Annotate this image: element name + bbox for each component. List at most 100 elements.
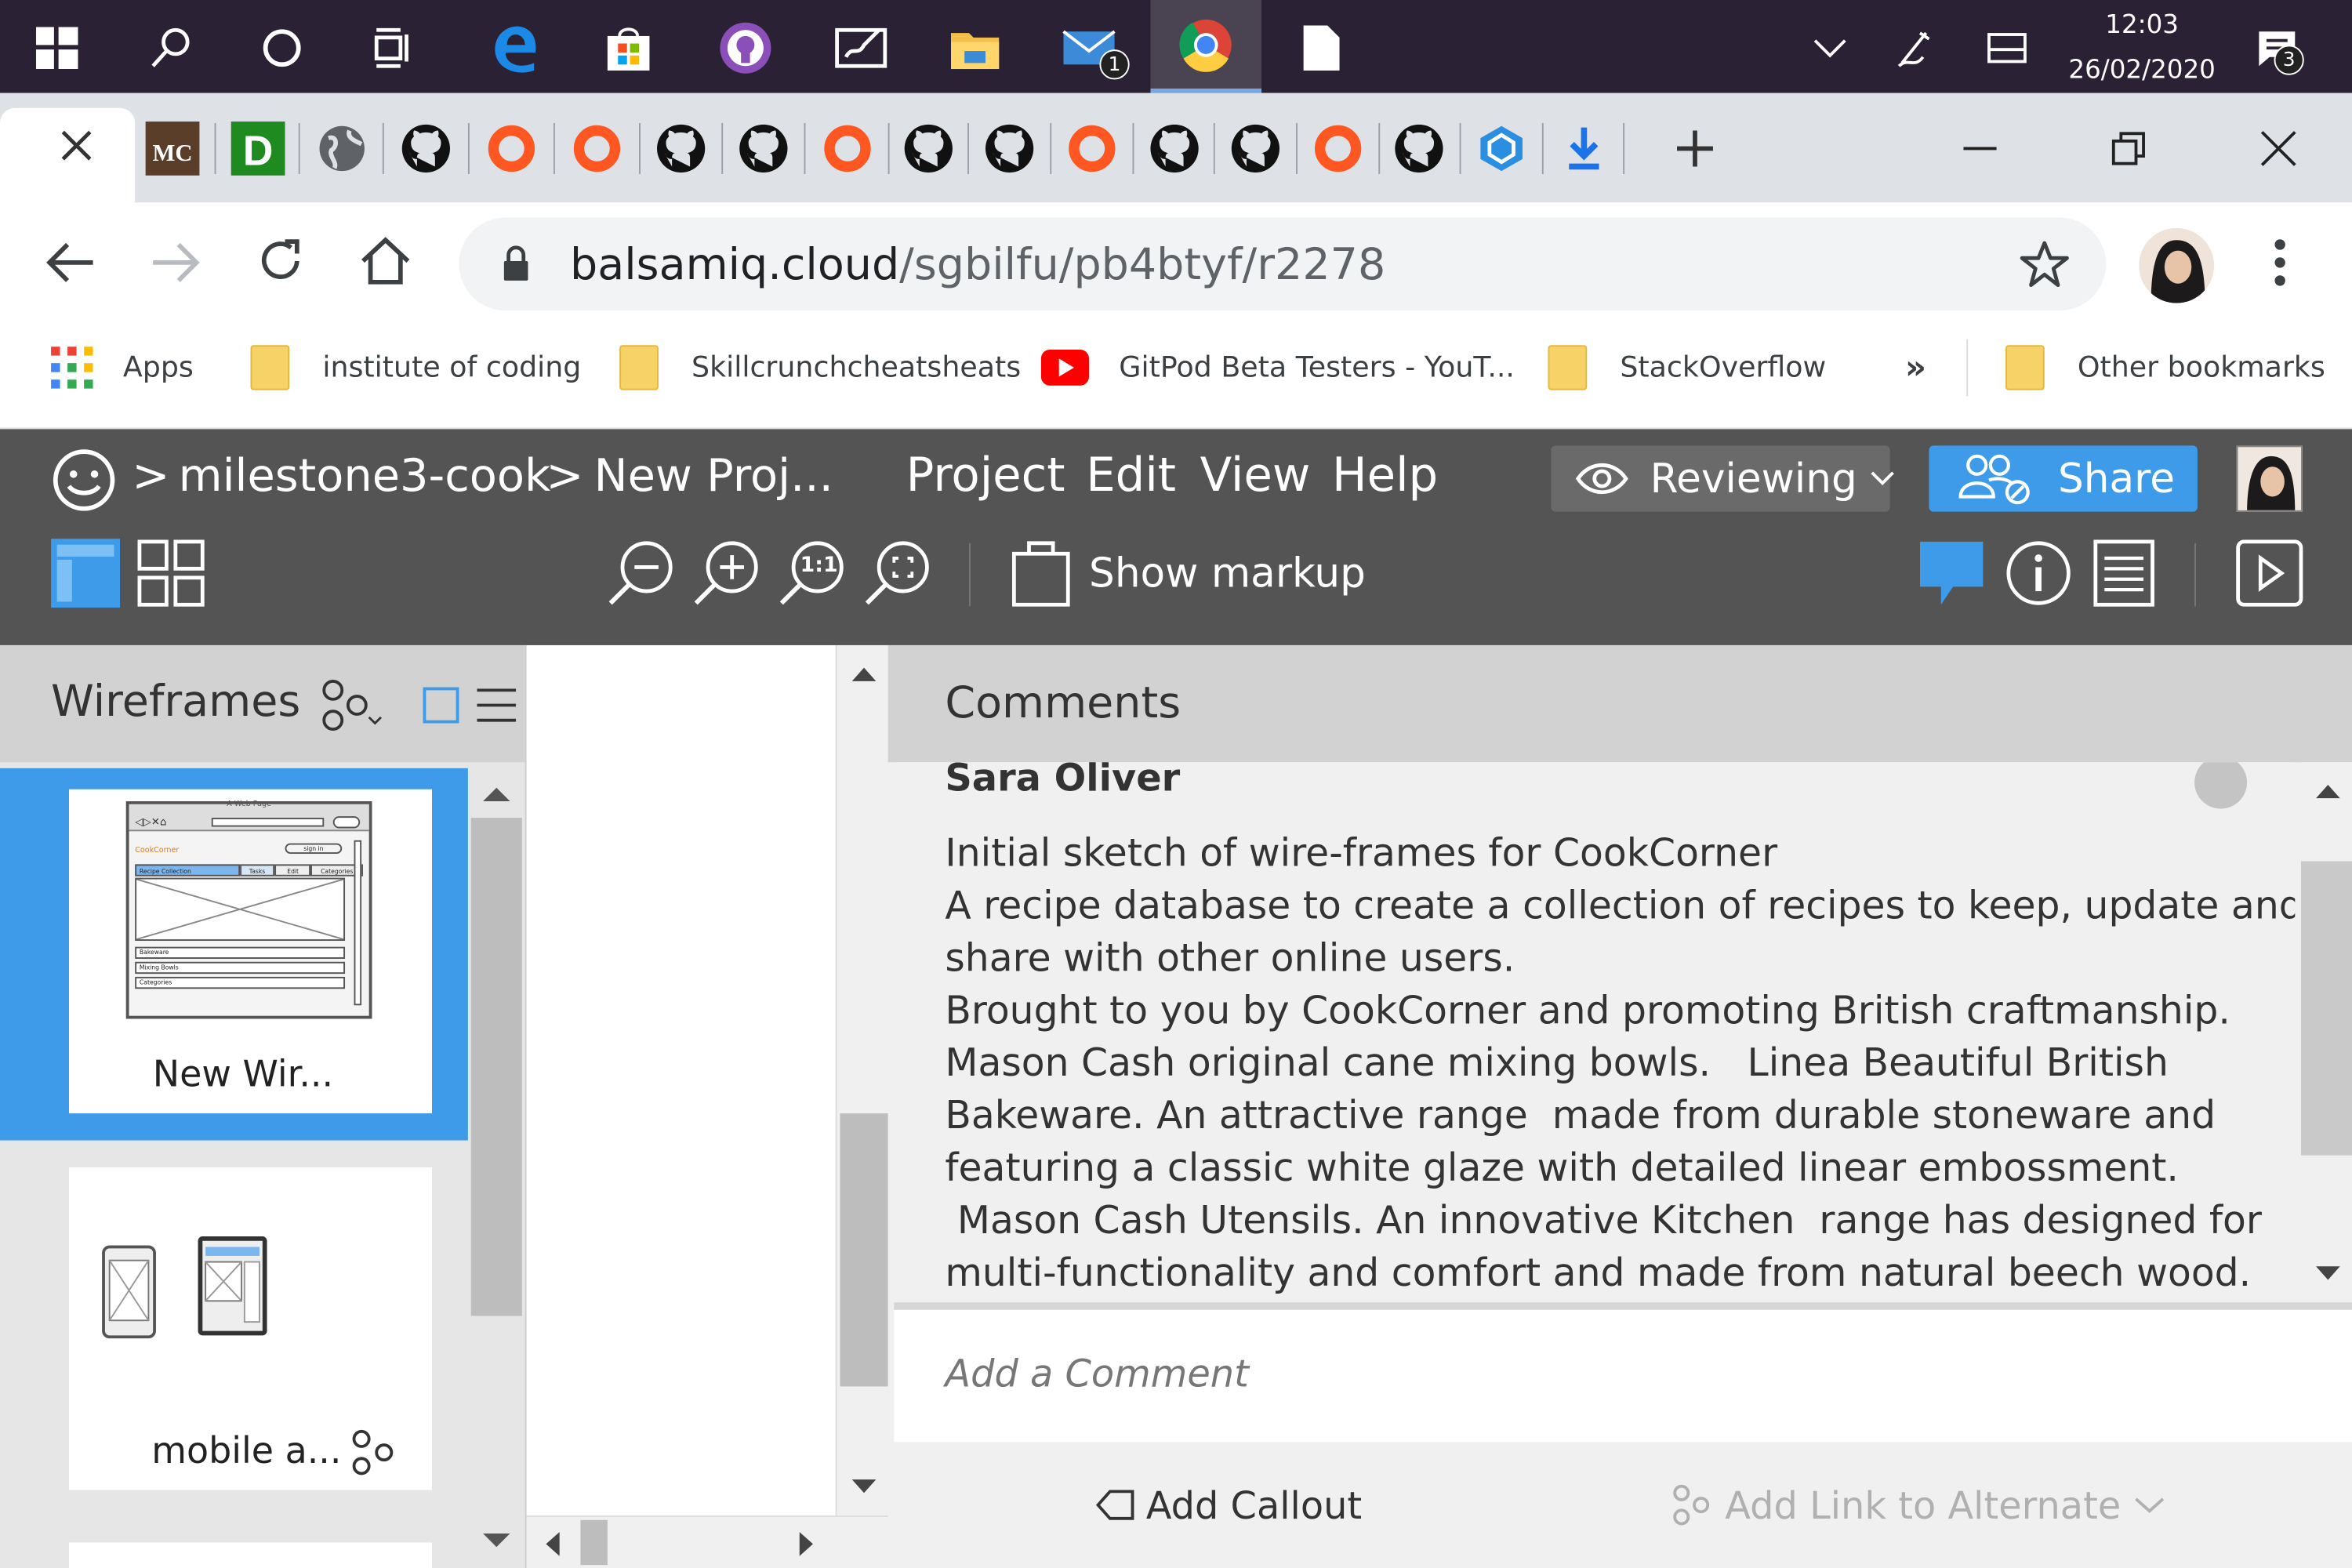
task-view-icon[interactable] xyxy=(354,9,432,87)
file-icon[interactable] xyxy=(1283,9,1360,87)
smiley-logo-icon[interactable] xyxy=(51,447,117,513)
chrome-menu-icon[interactable] xyxy=(2270,237,2291,288)
github-icon[interactable] xyxy=(399,122,453,176)
close-window-icon[interactable] xyxy=(2252,122,2306,176)
info-icon[interactable] xyxy=(2004,539,2073,608)
bookmark-folder[interactable]: Skillcrunchcheatsheats xyxy=(619,342,1021,393)
bookmark-star-icon[interactable] xyxy=(2019,238,2070,289)
add-callout-button[interactable]: Add Callout xyxy=(1095,1479,1363,1530)
comments-scrollbar[interactable] xyxy=(2300,762,2352,1303)
new-tab-icon[interactable] xyxy=(1668,122,1722,176)
bookmark-label: GitPod Beta Testers - YouT... xyxy=(1119,350,1515,384)
store-icon[interactable] xyxy=(590,9,667,87)
mc-favicon-icon[interactable]: MC xyxy=(145,122,200,176)
breadcrumb-file[interactable]: New Proj... xyxy=(594,450,833,503)
search-icon[interactable] xyxy=(132,9,209,87)
show-markup-button[interactable]: Show markup xyxy=(1008,539,1366,608)
share-button[interactable]: Share xyxy=(1929,445,2198,512)
back-icon[interactable] xyxy=(45,240,96,285)
github-icon[interactable] xyxy=(902,122,956,176)
more-bookmarks-button[interactable]: » xyxy=(1905,342,1926,393)
github-icon[interactable] xyxy=(1229,122,1283,176)
forward-icon[interactable] xyxy=(150,240,201,285)
wireframe-thumbnail[interactable]: mobile a... xyxy=(69,1167,433,1490)
scrollbar-thumb[interactable] xyxy=(840,1113,888,1387)
address-bar[interactable]: balsamiq.cloud/sgbilfu/pb4btyf/r2278 xyxy=(459,217,2107,311)
edge-icon[interactable] xyxy=(477,9,554,87)
cube-icon[interactable] xyxy=(1475,122,1529,176)
comments-icon[interactable] xyxy=(1917,539,1986,608)
bookmark-folder[interactable]: StackOverflow xyxy=(1548,342,1826,393)
scrollbar-thumb[interactable] xyxy=(470,818,522,1316)
zoom-fit-icon[interactable] xyxy=(862,539,935,608)
whiteboard-icon[interactable] xyxy=(822,9,899,87)
add-comment-input[interactable]: Add a Comment xyxy=(894,1309,2352,1443)
github-icon[interactable] xyxy=(1148,122,1202,176)
tablet-mode-icon[interactable] xyxy=(1968,9,2045,87)
orange-ring-icon[interactable] xyxy=(570,122,624,176)
menu-project[interactable]: Project xyxy=(906,448,1065,503)
add-callout-label: Add Callout xyxy=(1145,1483,1363,1527)
github-icon[interactable] xyxy=(1392,122,1446,176)
share-users-icon xyxy=(1956,452,2034,506)
wireframe-thumbnail[interactable] xyxy=(69,1542,433,1568)
scrollbar-thumb[interactable] xyxy=(2300,861,2352,1156)
github-desktop-icon[interactable] xyxy=(706,9,784,87)
orange-ring-icon[interactable] xyxy=(1311,122,1365,176)
pen-icon[interactable] xyxy=(1875,9,1953,87)
home-icon[interactable] xyxy=(358,235,412,286)
active-tab[interactable] xyxy=(0,107,136,203)
clock-date: 26/02/2020 xyxy=(2068,55,2216,86)
list-view-icon[interactable] xyxy=(477,684,517,727)
user-avatar[interactable] xyxy=(2236,445,2303,512)
minimize-icon[interactable] xyxy=(1953,122,2007,176)
breadcrumb-project[interactable]: milestone3-cook xyxy=(179,450,551,503)
menu-edit[interactable]: Edit xyxy=(1086,448,1176,503)
other-bookmarks[interactable]: Other bookmarks xyxy=(2005,342,2325,393)
grid-view-icon[interactable] xyxy=(136,539,205,608)
thumbnail-view-icon[interactable] xyxy=(423,687,459,724)
orange-ring-icon[interactable] xyxy=(821,122,875,176)
bookmark-folder[interactable]: institute of coding xyxy=(250,342,581,393)
notes-icon[interactable] xyxy=(2089,539,2158,608)
reload-icon[interactable] xyxy=(255,235,306,286)
restore-icon[interactable] xyxy=(2101,122,2155,176)
d-favicon-icon[interactable]: D xyxy=(230,122,285,176)
zoom-actual-icon[interactable]: 1:1 xyxy=(777,539,849,608)
profile-avatar[interactable] xyxy=(2139,227,2214,303)
chevron-up-icon[interactable] xyxy=(1791,9,1868,87)
mail-icon[interactable]: 1 xyxy=(1050,9,1130,87)
canvas-horizontal-scrollbar[interactable] xyxy=(526,1515,890,1568)
bookmark-youtube[interactable]: GitPod Beta Testers - YouT... xyxy=(1040,342,1515,393)
comment-status-dot[interactable] xyxy=(2194,762,2248,809)
branch-icon[interactable] xyxy=(321,678,387,732)
single-view-icon[interactable] xyxy=(51,539,121,608)
reviewing-dropdown[interactable]: Reviewing xyxy=(1551,445,1895,512)
cortana-icon[interactable] xyxy=(243,9,321,87)
wireframe-thumbnail[interactable]: A Web Page ◁▷✕⌂ CookCorner sign in Recip… xyxy=(69,789,433,1114)
bookmark-apps[interactable]: Apps xyxy=(51,342,194,393)
github-icon[interactable] xyxy=(654,122,708,176)
menu-view[interactable]: View xyxy=(1200,448,1311,503)
windows-start-icon[interactable] xyxy=(18,9,96,87)
mock-page-title: A Web Page xyxy=(227,800,271,809)
orange-ring-icon[interactable] xyxy=(485,122,539,176)
close-tab-icon[interactable] xyxy=(57,126,96,165)
mock-tab: Tasks xyxy=(239,864,275,877)
chrome-icon[interactable] xyxy=(1150,0,1262,93)
globe-icon[interactable] xyxy=(315,122,369,176)
menu-help[interactable]: Help xyxy=(1332,448,1438,503)
orange-ring-icon[interactable] xyxy=(1065,122,1119,176)
sidebar-scrollbar[interactable] xyxy=(467,768,525,1568)
download-icon[interactable] xyxy=(1557,122,1611,176)
present-icon[interactable] xyxy=(2235,539,2304,608)
add-link-button[interactable]: Add Link to Alternate xyxy=(1671,1479,2165,1530)
canvas-vertical-scrollbar[interactable] xyxy=(835,644,890,1516)
zoom-in-icon[interactable] xyxy=(691,539,764,608)
zoom-out-icon[interactable] xyxy=(606,539,678,608)
github-icon[interactable] xyxy=(982,122,1036,176)
scrollbar-thumb[interactable] xyxy=(580,1519,608,1566)
file-explorer-icon[interactable] xyxy=(936,9,1014,87)
github-icon[interactable] xyxy=(736,122,790,176)
notifications-icon[interactable]: 3 xyxy=(2238,9,2316,87)
